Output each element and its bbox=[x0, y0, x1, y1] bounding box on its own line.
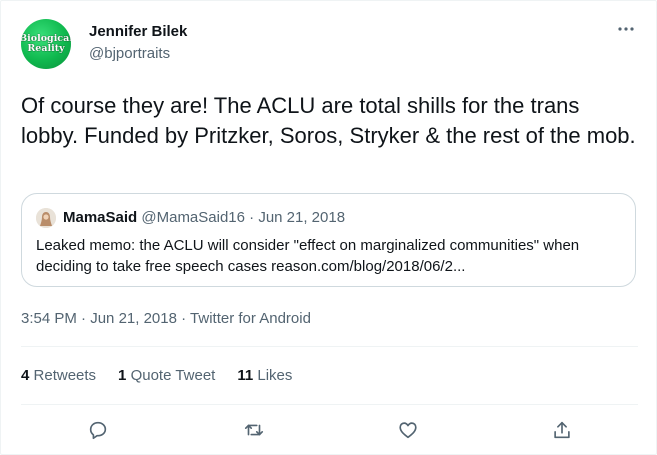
likes-stat[interactable]: 11 Likes bbox=[237, 367, 292, 384]
quote-tweets-stat[interactable]: 1 Quote Tweet bbox=[118, 367, 215, 384]
share-icon bbox=[554, 421, 570, 439]
retweet-button[interactable] bbox=[239, 415, 269, 445]
tweet-text: Of course they are! The ACLU are total s… bbox=[21, 93, 636, 148]
quotes-count: 1 bbox=[118, 367, 127, 384]
retweets-label: Retweets bbox=[33, 367, 97, 384]
author-handle[interactable]: @bjportraits bbox=[89, 45, 170, 62]
quoted-author-meta: @MamaSaid16 · Jun 21, 2018 bbox=[141, 209, 346, 226]
reply-button[interactable] bbox=[83, 415, 113, 445]
quoted-header: MamaSaid @MamaSaid16 · Jun 21, 2018 bbox=[63, 209, 345, 226]
more-icon bbox=[618, 27, 634, 31]
likes-label: Likes bbox=[257, 367, 293, 384]
author-avatar[interactable]: Biological Reality bbox=[21, 19, 71, 69]
quoted-tweet[interactable]: MamaSaid @MamaSaid16 · Jun 21, 2018 Leak… bbox=[21, 193, 636, 287]
likes-count: 11 bbox=[237, 367, 254, 384]
retweet-icon bbox=[244, 424, 264, 436]
divider-bottom bbox=[21, 404, 638, 405]
tweet-time[interactable]: 3:54 PM bbox=[21, 310, 77, 327]
action-bar bbox=[1, 415, 657, 445]
tweet-source[interactable]: Twitter for Android bbox=[190, 310, 311, 327]
tweet-card: Biological Reality Jennifer Bilek @bjpor… bbox=[0, 0, 657, 455]
quoted-author-avatar bbox=[36, 208, 56, 228]
meta-separator-1: · bbox=[76, 310, 91, 327]
more-options-button[interactable] bbox=[614, 17, 638, 41]
share-button[interactable] bbox=[547, 415, 577, 445]
quotes-label: Quote Tweet bbox=[130, 367, 216, 384]
like-button[interactable] bbox=[393, 415, 423, 445]
retweets-count: 4 bbox=[21, 367, 30, 384]
quoted-text: Leaked memo: the ACLU will consider "eff… bbox=[36, 237, 580, 275]
divider-top bbox=[21, 346, 638, 347]
avatar-text-line-2: Reality bbox=[27, 43, 65, 54]
retweets-stat[interactable]: 4 Retweets bbox=[21, 367, 96, 384]
meta-separator-2: · bbox=[176, 310, 191, 327]
heart-icon bbox=[399, 422, 417, 439]
reply-icon bbox=[89, 421, 107, 440]
engagement-stats: 4 Retweets 1 Quote Tweet 11 Likes bbox=[21, 367, 292, 384]
tweet-date[interactable]: Jun 21, 2018 bbox=[90, 310, 177, 327]
quoted-author-name: MamaSaid bbox=[63, 209, 138, 226]
tweet-metadata: 3:54 PM · Jun 21, 2018 · Twitter for And… bbox=[21, 310, 311, 327]
author-name[interactable]: Jennifer Bilek bbox=[89, 23, 187, 40]
